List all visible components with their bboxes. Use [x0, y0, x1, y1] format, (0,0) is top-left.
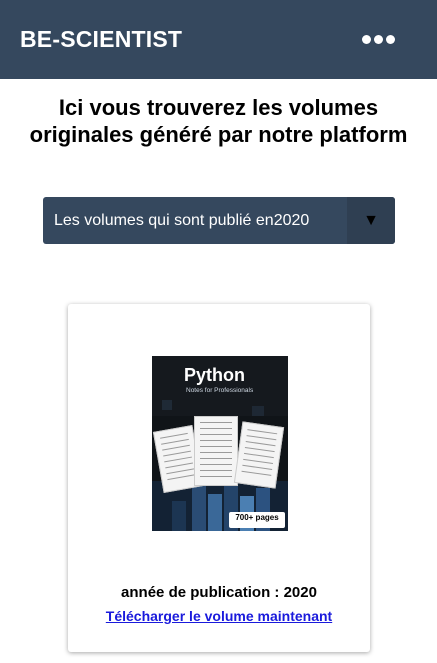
cover-page-illustration — [233, 421, 285, 489]
book-cover-image: Python Notes for Professionals 700+ page… — [152, 356, 288, 531]
menu-dot — [374, 35, 383, 44]
cover-page-illustration — [194, 416, 238, 486]
page-title-line-2: originales généré par notre platform — [29, 122, 408, 147]
menu-dot — [362, 35, 371, 44]
publication-year: année de publication : 2020 — [121, 584, 317, 601]
brand-logo[interactable]: BE-SCIENTIST — [20, 26, 182, 53]
volume-card: Python Notes for Professionals 700+ page… — [68, 304, 370, 652]
more-dots-icon[interactable] — [362, 35, 395, 44]
navbar: BE-SCIENTIST — [0, 0, 437, 79]
book-cover-badge-text: 700+ pages — [235, 513, 279, 522]
page-title: Ici vous trouverez les volumes originale… — [0, 94, 437, 148]
menu-dot — [386, 35, 395, 44]
year-filter-select[interactable]: Les volumes qui sont publié en2020 ▼ — [43, 197, 395, 244]
book-cover-badge: 700+ pages — [229, 512, 285, 528]
book-cover-title: Python — [184, 365, 245, 385]
book-cover-subtitle: Notes for Professionals — [186, 387, 254, 394]
page-title-line-1: Ici vous trouverez les volumes — [58, 95, 379, 120]
triangle-down-icon[interactable]: ▼ — [347, 197, 395, 244]
download-volume-link[interactable]: Télécharger le volume maintenant — [68, 608, 370, 624]
year-filter-value: Les volumes qui sont publié en2020 — [54, 211, 310, 229]
